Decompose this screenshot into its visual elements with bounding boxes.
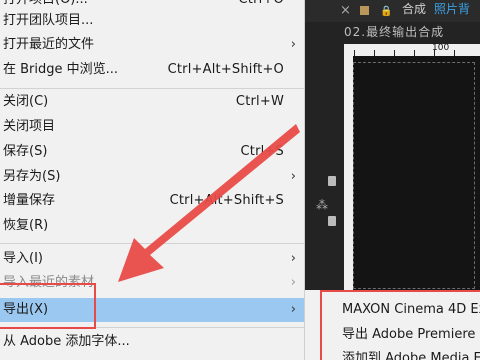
menu-item-close-project[interactable]: 关闭项目 [0,115,304,139]
menu-item-increment-save[interactable]: 增量保存 Ctrl+Alt+Shift+S [0,189,304,213]
submenu-arrow-icon: › [290,302,296,317]
lock-icon[interactable]: 🔒 [380,3,392,21]
close-tab-icon[interactable]: × [340,2,351,20]
menu-item-revert[interactable]: 恢复(R) [0,214,304,238]
composition-name[interactable]: 02.最终输出合成 [344,22,480,42]
submenu-arrow-icon: › [290,251,296,266]
menu-item-save[interactable]: 保存(S) Ctrl+S [0,140,304,164]
composition-color-icon [360,6,369,15]
export-submenu: MAXON Cinema 4D Exporter... 导出 Adobe Pre… [320,290,480,360]
submenu-gap [304,290,320,360]
tool-icon[interactable] [328,176,336,186]
menu-separator [0,243,304,244]
menu-separator [0,88,304,89]
menu-item-open-team-project[interactable]: 打开团队项目... [0,9,304,33]
tab-composition-label[interactable]: 合成 [402,0,426,18]
submenu-arrow-icon: › [290,169,296,184]
composition-frame [353,62,475,289]
submenu-arrow-icon: › [290,275,296,290]
composition-viewer[interactable] [353,56,480,290]
annotation-highlight-box [0,283,96,329]
side-tool-icons: ⁂ [308,150,338,250]
submenu-item-premiere[interactable]: 导出 Adobe Premiere Pro 项目... [342,323,480,347]
submenu-arrow-icon: › [290,37,296,52]
ruler-number: 100 [432,43,450,53]
submenu-item-cinema4d[interactable]: MAXON Cinema 4D Exporter... [342,298,480,322]
menu-item-save-as[interactable]: 另存为(S) › [0,165,304,189]
menu-item-open-recent[interactable]: 打开最近的文件 › [0,33,304,57]
composition-panel: × 🔒 合成 照片背 02.最终输出合成 100 ⁂ [304,0,480,290]
screenshot-root: × 🔒 合成 照片背 02.最终输出合成 100 ⁂ MAXON Cinema … [0,0,480,360]
tool-icon[interactable] [328,216,336,226]
submenu-item-media-encoder[interactable]: 添加到 Adobe Media Encoder 队列... [342,347,480,360]
menu-item-close[interactable]: 关闭(C) Ctrl+W [0,90,304,114]
tab-photo-label[interactable]: 照片背 [434,0,470,18]
vertical-ruler [344,56,353,290]
menu-item-add-fonts[interactable]: 从 Adobe 添加字体... [0,330,304,354]
menu-item-browse-bridge[interactable]: 在 Bridge 中浏览... Ctrl+Alt+Shift+O [0,58,304,82]
network-icon[interactable]: ⁂ [316,198,328,212]
panel-tab-bar: × 🔒 合成 照片背 [304,0,480,22]
menu-item-import[interactable]: 导入(I) › [0,247,304,271]
